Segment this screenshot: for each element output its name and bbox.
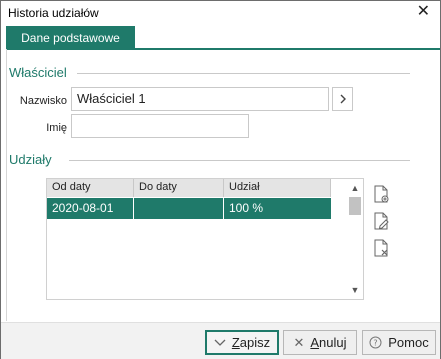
table-row[interactable]: 2020-08-01 100 % [47, 198, 331, 219]
svg-text:?: ? [374, 339, 378, 348]
surname-field[interactable]: Właściciel 1 [71, 87, 329, 111]
tab-label: Dane podstawowe [21, 30, 120, 45]
first-name-field[interactable] [71, 114, 249, 138]
scroll-up-icon[interactable]: ▲ [347, 181, 363, 195]
shares-section-rule [69, 160, 410, 161]
window-title: Historia udziałów [8, 6, 99, 20]
vertical-scrollbar[interactable]: ▲ ▼ [347, 179, 363, 299]
first-name-label: Imię [46, 122, 67, 134]
cell-share: 100 % [229, 201, 264, 215]
save-button-label: Zapisz [231, 335, 271, 350]
panel-border [6, 49, 7, 321]
column-header-from[interactable]: Od daty [47, 179, 134, 197]
footer-bar: Zapisz ✕ Anuluj ? Pomoc [1, 322, 440, 359]
shares-grid: Od daty Do daty Udział 2020-08-01 100 % … [46, 178, 364, 300]
surname-lookup-button[interactable] [332, 87, 353, 111]
grid-header: Od daty Do daty Udział [47, 179, 331, 197]
tab-underline [6, 48, 440, 50]
cancel-button[interactable]: ✕ Anuluj [283, 330, 357, 355]
dialog-window: Historia udziałów ✕ Dane podstawowe Właś… [0, 0, 441, 359]
edit-document-icon[interactable] [372, 211, 390, 231]
shares-section-title: Udziały [9, 152, 52, 167]
help-button-label: Pomoc [388, 335, 429, 350]
help-icon: ? [369, 336, 382, 349]
chevron-down-icon [214, 339, 226, 346]
owner-section-rule [77, 73, 410, 74]
cancel-button-label: Anuluj [310, 335, 347, 350]
help-button[interactable]: ? Pomoc [362, 330, 436, 355]
column-header-to[interactable]: Do daty [134, 179, 224, 197]
surname-label: Nazwisko [19, 95, 67, 107]
tab-dane-podstawowe[interactable]: Dane podstawowe [6, 26, 135, 49]
title-bar: Historia udziałów ✕ [1, 1, 440, 25]
scroll-down-icon[interactable]: ▼ [347, 283, 363, 297]
owner-section-title: Właściciel [9, 65, 67, 80]
close-icon[interactable]: ✕ [417, 4, 430, 20]
add-document-icon[interactable] [372, 184, 390, 204]
cell-to [134, 198, 224, 219]
chevron-right-icon [340, 94, 346, 104]
scroll-thumb[interactable] [349, 197, 361, 215]
delete-document-icon[interactable] [372, 238, 390, 258]
column-header-share[interactable]: Udział [224, 179, 331, 197]
save-button[interactable]: Zapisz [205, 330, 279, 355]
cell-from: 2020-08-01 [47, 198, 134, 219]
close-icon: ✕ [293, 334, 305, 350]
